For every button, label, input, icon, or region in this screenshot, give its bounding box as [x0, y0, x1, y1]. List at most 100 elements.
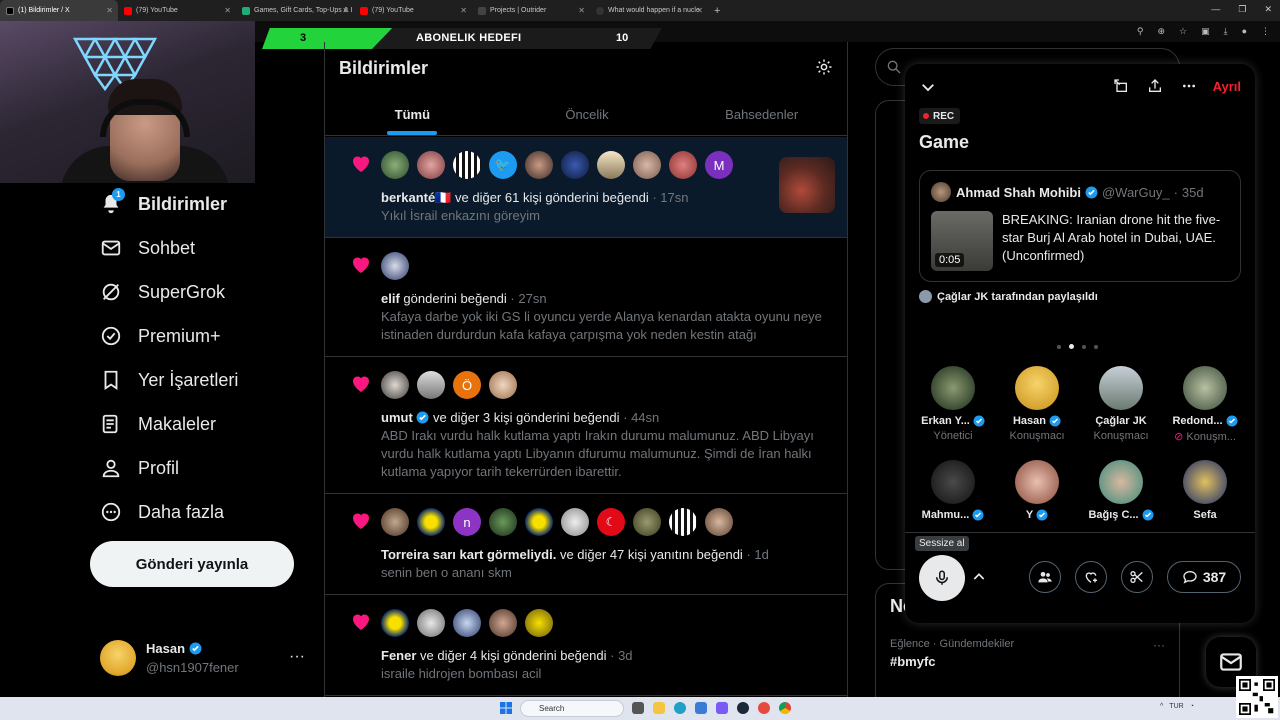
- leave-space-button[interactable]: Ayrıl: [1213, 79, 1241, 94]
- avatar[interactable]: [381, 252, 409, 280]
- folder-icon[interactable]: [653, 702, 665, 714]
- pager-dot[interactable]: [1057, 344, 1061, 349]
- avatar[interactable]: [417, 371, 445, 399]
- actor-name[interactable]: Torreira sarı kart görmeliydi.: [381, 547, 556, 562]
- avatar[interactable]: [669, 508, 697, 536]
- store-icon[interactable]: [695, 702, 707, 714]
- chevron-up-icon[interactable]: ^: [1160, 703, 1163, 710]
- notification-item[interactable]: Ö umut ve diğer 3 kişi gönderini beğendi…: [325, 357, 847, 494]
- close-icon[interactable]: ✕: [460, 6, 467, 15]
- chrome-icon[interactable]: [779, 702, 791, 714]
- more-icon[interactable]: ···: [1153, 638, 1165, 652]
- gear-icon[interactable]: [815, 58, 833, 76]
- trend-hashtag[interactable]: #bmyfc: [890, 654, 936, 669]
- browser-tab[interactable]: What would happen if a nucle ✕: [590, 0, 708, 21]
- app-icon[interactable]: [758, 702, 770, 714]
- post-thumbnail[interactable]: [779, 157, 835, 213]
- close-icon[interactable]: ✕: [342, 6, 349, 15]
- actor-name[interactable]: berkanté: [381, 190, 435, 205]
- taskbar-search-input[interactable]: Search: [520, 700, 624, 717]
- notification-item[interactable]: n ☾ Torreira sarı kart görmeliydi. ve di…: [325, 494, 847, 595]
- comments-button[interactable]: 387: [1167, 561, 1241, 593]
- avatar[interactable]: [525, 609, 553, 637]
- extensions-icon[interactable]: ▣: [1201, 26, 1210, 37]
- tab-all[interactable]: Tümü: [325, 94, 500, 135]
- avatar[interactable]: [381, 151, 409, 179]
- close-window-icon[interactable]: ✕: [1264, 4, 1272, 15]
- keyboard-language[interactable]: TUR: [1169, 703, 1183, 710]
- post-button[interactable]: Gönderi yayınla: [90, 541, 294, 587]
- avatar[interactable]: [633, 151, 661, 179]
- sidebar-item-bookmarks[interactable]: Yer İşaretleri: [90, 358, 310, 402]
- actor-name[interactable]: Fener: [381, 648, 416, 663]
- sidebar-item-supergrok[interactable]: SuperGrok: [90, 270, 310, 314]
- chevron-down-icon[interactable]: [919, 78, 937, 96]
- star-icon[interactable]: ☆: [1179, 26, 1187, 37]
- avatar[interactable]: [705, 508, 733, 536]
- pinned-post-card[interactable]: Ahmad Shah Mohibi @WarGuy_ · 35d 0:05 BR…: [919, 170, 1241, 282]
- new-tab-icon[interactable]: +: [708, 5, 726, 17]
- close-icon[interactable]: ✕: [224, 6, 231, 15]
- close-icon[interactable]: ✕: [578, 6, 585, 15]
- participants-button[interactable]: [1029, 561, 1061, 593]
- search-icon[interactable]: ⚲: [1137, 26, 1144, 37]
- task-view-icon[interactable]: [632, 702, 644, 714]
- avatar[interactable]: [669, 151, 697, 179]
- avatar[interactable]: [417, 508, 445, 536]
- video-thumbnail[interactable]: 0:05: [931, 211, 993, 271]
- sidebar-item-chat[interactable]: Sohbet: [90, 226, 310, 270]
- minimize-icon[interactable]: —: [1211, 4, 1220, 15]
- speaker-item[interactable]: Hasan Konuşmacı: [995, 366, 1079, 442]
- sidebar-item-more[interactable]: Daha fazla: [90, 490, 310, 534]
- speaker-item[interactable]: Bağış C...: [1079, 460, 1163, 521]
- avatar[interactable]: [525, 151, 553, 179]
- maximize-icon[interactable]: ❐: [1238, 4, 1246, 15]
- minimize-dock-icon[interactable]: [1113, 78, 1129, 94]
- close-icon[interactable]: ✕: [106, 6, 113, 15]
- turkish-flag-icon[interactable]: ☾: [597, 508, 625, 536]
- sidebar-item-premium[interactable]: Premium+: [90, 314, 310, 358]
- browser-tab[interactable]: (1) Bildirimler / X ✕: [0, 0, 118, 21]
- avatar[interactable]: [489, 371, 517, 399]
- avatar[interactable]: [489, 508, 517, 536]
- react-button[interactable]: [1075, 561, 1107, 593]
- avatar[interactable]: [453, 151, 481, 179]
- avatar[interactable]: [633, 508, 661, 536]
- avatar[interactable]: [381, 508, 409, 536]
- actor-name[interactable]: elif: [381, 291, 400, 306]
- pager-dot[interactable]: [1082, 344, 1086, 349]
- avatar[interactable]: n: [453, 508, 481, 536]
- avatar[interactable]: [381, 609, 409, 637]
- more-icon[interactable]: ···: [289, 648, 305, 666]
- pager-dot[interactable]: [1069, 344, 1074, 349]
- twitter-bird-icon[interactable]: 🐦: [489, 151, 517, 179]
- avatar[interactable]: M: [705, 151, 733, 179]
- speaker-item[interactable]: Erkan Y... Yönetici: [911, 366, 995, 442]
- speaker-item[interactable]: Redond... ⊘ Konuşm...: [1163, 366, 1247, 443]
- actor-name[interactable]: umut: [381, 410, 413, 425]
- avatar[interactable]: [417, 151, 445, 179]
- chevron-up-icon[interactable]: [971, 569, 987, 585]
- app-icon[interactable]: [716, 702, 728, 714]
- pager-dot[interactable]: [1094, 344, 1098, 349]
- tab-priority[interactable]: Öncelik: [500, 94, 675, 135]
- browser-tab[interactable]: (79) YouTube ✕: [354, 0, 472, 21]
- steam-icon[interactable]: [737, 702, 749, 714]
- speaker-item[interactable]: Y: [995, 460, 1079, 521]
- avatar[interactable]: [561, 508, 589, 536]
- avatar[interactable]: [525, 508, 553, 536]
- share-icon[interactable]: [1147, 78, 1163, 94]
- avatar[interactable]: [597, 151, 625, 179]
- clip-button[interactable]: [1121, 561, 1153, 593]
- avatar[interactable]: [381, 371, 409, 399]
- speaker-item[interactable]: Mahmu...: [911, 460, 995, 521]
- close-icon[interactable]: ✕: [696, 6, 703, 15]
- more-icon[interactable]: [1181, 78, 1197, 94]
- zoom-icon[interactable]: ⊕: [1157, 26, 1165, 37]
- avatar[interactable]: [417, 609, 445, 637]
- notification-item[interactable]: Fener ve diğer 4 kişi gönderini beğendi …: [325, 595, 847, 696]
- profile-icon[interactable]: ●: [1242, 26, 1247, 37]
- notification-item[interactable]: 🐦 M berkanté🇫🇷 ve diğer 61 kişi gönderin…: [325, 137, 847, 238]
- speaker-item[interactable]: Çağlar JK Konuşmacı: [1079, 366, 1163, 442]
- avatar[interactable]: [561, 151, 589, 179]
